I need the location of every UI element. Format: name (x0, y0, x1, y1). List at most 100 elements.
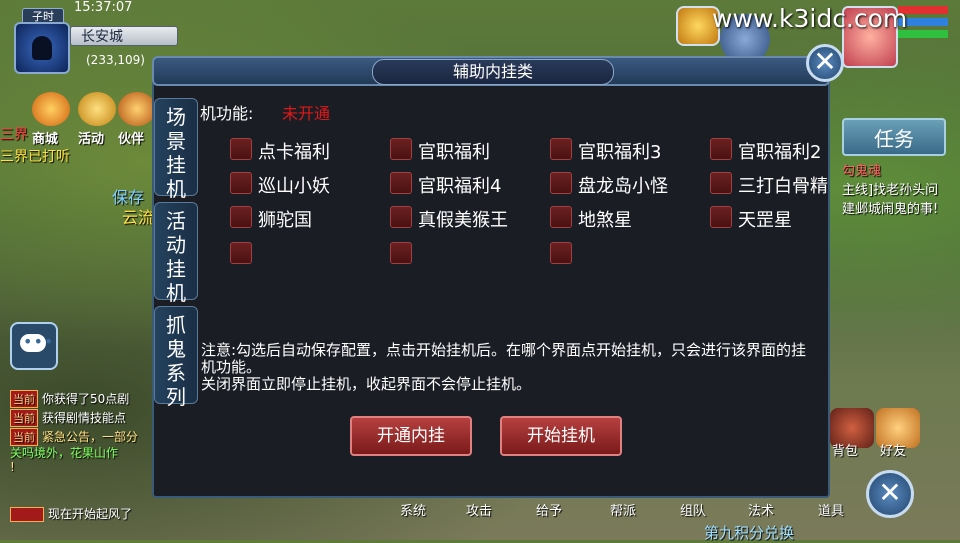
activity-label: 活动 (78, 132, 105, 147)
chat-bubble-icon[interactable] (10, 322, 58, 370)
option-checkbox[interactable] (710, 138, 732, 160)
quest-line-2: 建邺城闹鬼的事! (842, 202, 939, 217)
player-coordinates: (233,109) (86, 53, 145, 67)
chat-text: 关吗境外，花果山作 (10, 446, 119, 460)
menu-system[interactable]: 系统 (400, 500, 426, 519)
bag-label: 背包 (832, 444, 859, 459)
tab-char: 机 (166, 177, 186, 201)
option-checkbox[interactable] (390, 172, 412, 194)
option-label: 狮驼国 (258, 210, 312, 231)
option-checkbox[interactable] (550, 138, 572, 160)
chat-text: ! (10, 460, 15, 474)
tab-char: 动 (166, 233, 186, 257)
shop-button[interactable]: 商城 (30, 92, 70, 148)
tab-char: 挂 (166, 257, 186, 281)
tab-char: 鬼 (166, 337, 186, 361)
left-text-2: 三界已打听 (0, 149, 70, 165)
option-label: 点卡福利 (258, 142, 330, 163)
tab-char: 挂 (166, 153, 186, 177)
option-checkbox[interactable] (390, 206, 412, 228)
option-label: 官职福利2 (738, 142, 822, 163)
chat-tag: 当前 (10, 409, 38, 427)
shop-icon (32, 92, 70, 126)
chat-line: 当前 紧急公告，一部分 (10, 428, 139, 446)
activity-icon (78, 92, 116, 126)
option-label: 地煞星 (578, 210, 632, 231)
option-checkbox[interactable] (390, 138, 412, 160)
option-label: 真假美猴王 (418, 210, 508, 231)
quest-line-1: 主线]找老孙头问 (842, 183, 939, 198)
option-checkbox[interactable] (230, 206, 252, 228)
option-checkbox[interactable] (390, 242, 412, 264)
option-checkbox[interactable] (710, 206, 732, 228)
chat-tag (10, 507, 44, 522)
usage-note-text: 注意:勾选后自动保存配置，点击开始挂机后。在哪个界面点开始挂机，只会进行该界面的… (201, 341, 807, 376)
task-button[interactable]: 任务 (842, 118, 946, 156)
chat-line: 当前 获得剧情技能点 (10, 409, 127, 427)
close-icon[interactable]: ✕ (806, 44, 844, 82)
tab-char: 景 (166, 129, 186, 153)
chat-line: 当前 你获得了50点剧 (10, 390, 130, 408)
option-checkbox[interactable] (710, 172, 732, 194)
chat-line: 关吗境外，花果山作 (10, 444, 118, 460)
start-hangup-button[interactable]: 开始挂机 (500, 416, 622, 456)
left-text-1: 三界 (0, 127, 28, 143)
tab-char: 活 (166, 209, 186, 233)
shop-label: 商城 (32, 132, 59, 147)
tab-char: 列 (166, 385, 186, 409)
partner-button[interactable]: 伙伴 (116, 92, 156, 148)
friends-label: 好友 (880, 444, 907, 459)
menu-guild[interactable]: 帮派 (610, 500, 636, 519)
option-checkbox[interactable] (230, 242, 252, 264)
option-label: 三打白骨精 (738, 176, 828, 197)
usage-note-line3: 关闭界面立即停止挂机，收起界面不会停止挂机。 (201, 375, 532, 393)
function-label: 机功能: (200, 104, 254, 123)
option-checkbox[interactable] (230, 138, 252, 160)
usage-note: 注意:勾选后自动保存配置，点击开始挂机后。在哪个界面点开始挂机，只会进行该界面的… (201, 342, 811, 393)
menu-attack[interactable]: 攻击 (466, 500, 492, 519)
tab-activity-hangup[interactable]: 活 动 挂 机 (154, 202, 198, 305)
tab-char: 抓 (166, 313, 186, 337)
chat-line: ! (10, 460, 15, 476)
partner-label: 伙伴 (118, 132, 145, 147)
option-label: 巡山小妖 (258, 176, 330, 197)
partner-icon (118, 92, 156, 126)
chat-text: 现在开始起风了 (48, 507, 133, 521)
menu-team[interactable]: 组队 (680, 500, 706, 519)
option-checkbox[interactable] (550, 242, 572, 264)
menu-spell[interactable]: 法术 (748, 500, 774, 519)
left-text-cloud: 云流 (122, 208, 155, 227)
activate-button[interactable]: 开通内挂 (350, 416, 472, 456)
item-label: 道具 (818, 504, 845, 519)
chat-tag: 当前 (10, 390, 38, 408)
chat-line: 现在开始起风了 (10, 505, 133, 522)
tab-ghost-catching[interactable]: 抓 鬼 系 列 (154, 306, 198, 409)
menu-give[interactable]: 给予 (536, 500, 562, 519)
option-checkbox[interactable] (550, 172, 572, 194)
chat-text: 紧急公告，一部分 (42, 430, 139, 444)
tab-scene-hangup[interactable]: 场 景 挂 机 (154, 98, 198, 201)
option-label: 盘龙岛小怪 (578, 176, 668, 197)
quest-title: 勾鬼魂 (842, 164, 882, 179)
option-label: 官职福利3 (578, 142, 662, 163)
collapse-menu-button[interactable]: ✕ (866, 470, 914, 518)
assist-dialog (152, 58, 830, 498)
dialog-title: 辅助内挂类 (372, 59, 614, 85)
activity-button[interactable]: 活动 (76, 92, 116, 148)
quest-tracker[interactable]: 勾鬼魂 主线]找老孙头问 建邺城闹鬼的事! (842, 162, 954, 219)
player-avatar[interactable] (14, 22, 70, 74)
clock: 15:37:07 (74, 0, 133, 15)
tab-char: 系 (166, 361, 186, 385)
option-label: 天罡星 (738, 210, 792, 231)
function-status: 未开通 (282, 104, 331, 123)
chat-text: 获得剧情技能点 (42, 411, 127, 425)
chat-text: 你获得了50点剧 (42, 392, 130, 406)
city-name[interactable]: 长安城 (70, 26, 178, 46)
option-checkbox[interactable] (550, 206, 572, 228)
option-label: 官职福利4 (418, 176, 502, 197)
watermark: www.k3idc.com (712, 4, 908, 33)
tab-char: 机 (166, 281, 186, 305)
option-checkbox[interactable] (230, 172, 252, 194)
option-label: 官职福利 (418, 142, 490, 163)
tab-char: 场 (166, 105, 186, 129)
